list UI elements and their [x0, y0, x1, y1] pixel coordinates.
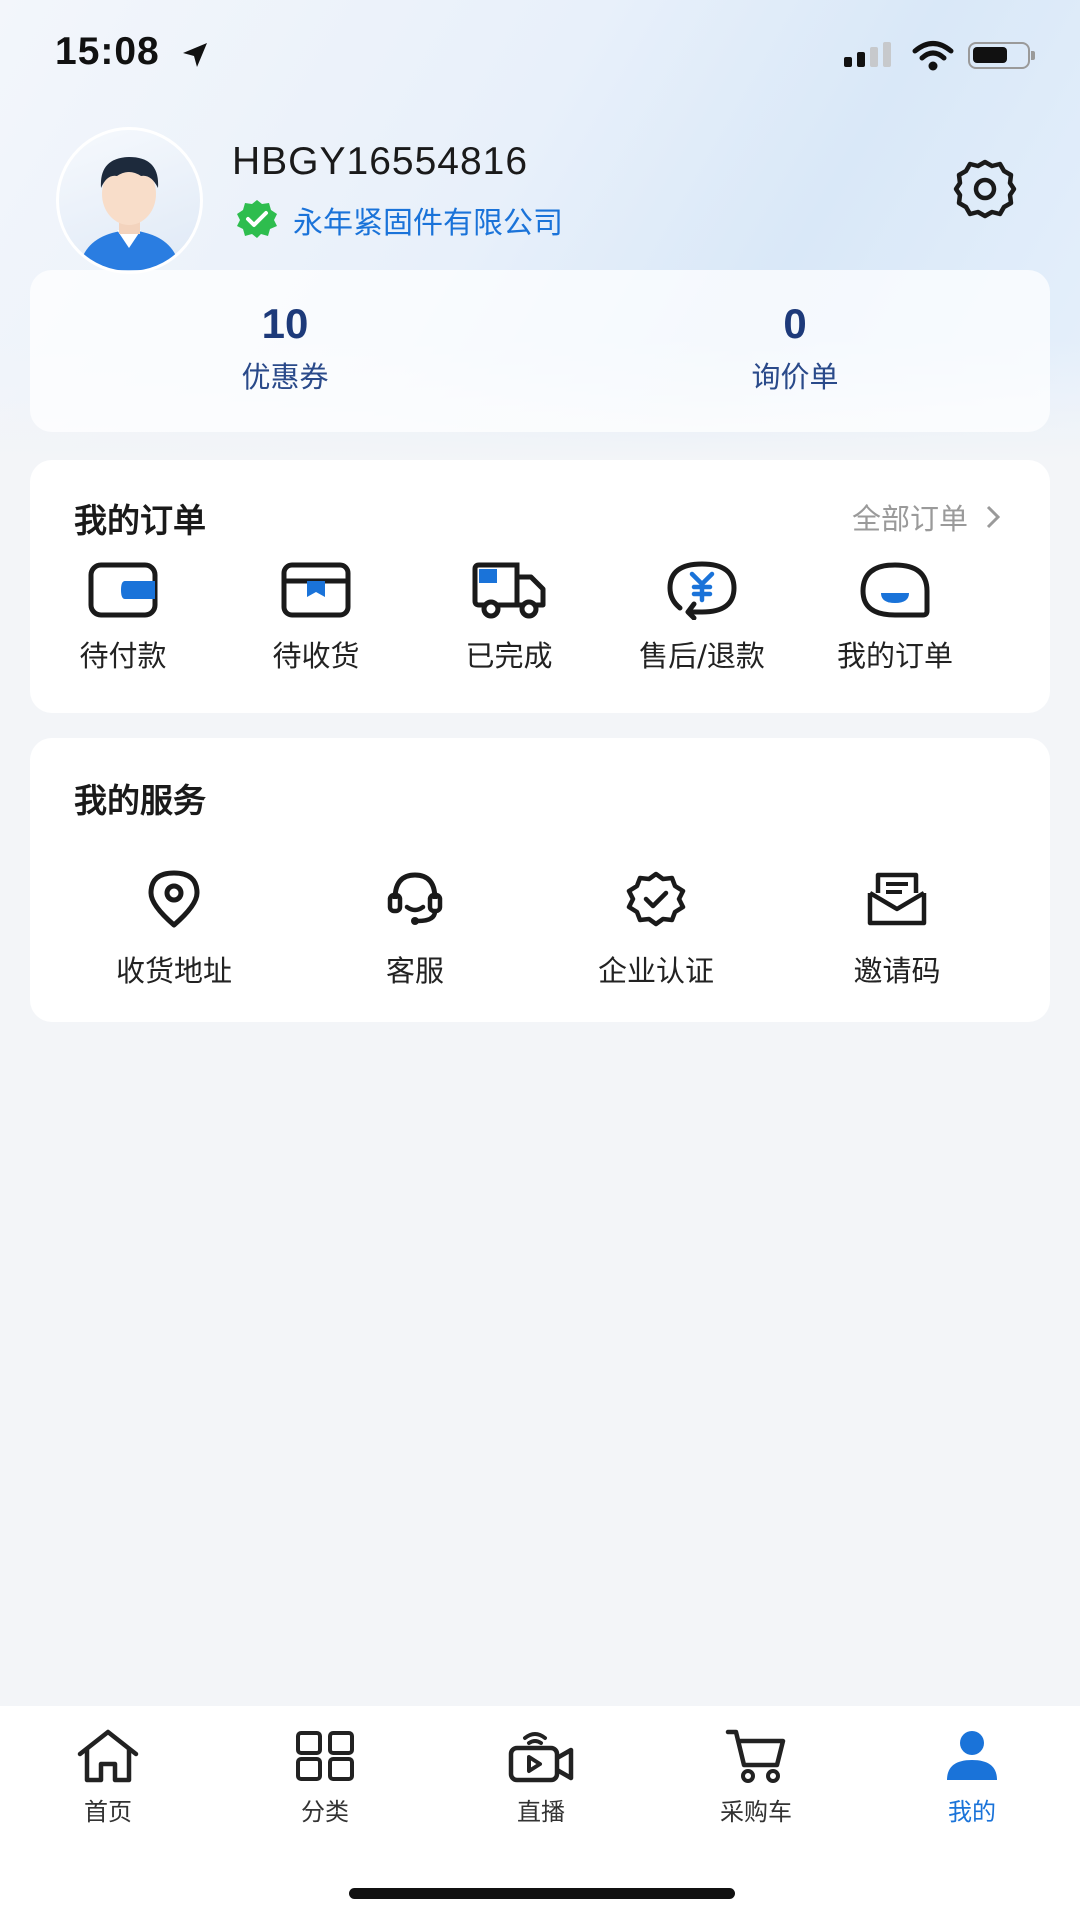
- order-pending-payment[interactable]: 待付款: [28, 560, 218, 675]
- coupon-label: 优惠券: [241, 360, 329, 394]
- inquiry-stat[interactable]: 0 询价单: [685, 300, 905, 396]
- coupon-count: 10: [261, 300, 309, 347]
- home-icon: [77, 1729, 139, 1783]
- box-icon: [281, 562, 351, 618]
- stats-card: 10 优惠券 0 询价单: [30, 270, 1050, 432]
- location-arrow-icon: [183, 43, 207, 67]
- tab-label: 分类: [301, 1798, 349, 1826]
- service-item-label: 收货地址: [115, 954, 232, 988]
- inquiry-count: 0: [783, 300, 807, 347]
- chevron-right-icon: [986, 505, 1000, 529]
- order-item-label: 已完成: [465, 639, 553, 673]
- headset-icon: [387, 872, 443, 925]
- cellular-signal-icon: [844, 42, 891, 67]
- order-item-label: 待收货: [272, 639, 360, 673]
- order-item-label: 我的订单: [836, 639, 953, 673]
- services-title: 我的服务: [74, 781, 206, 820]
- username: HBGY16554816: [232, 140, 529, 183]
- status-time: 15:08: [55, 30, 160, 73]
- status-bar: 15:08: [0, 0, 1080, 110]
- services-card: 我的服务 收货地址 客服 企业认证 邀请码: [30, 738, 1050, 1022]
- all-orders-link[interactable]: 全部订单: [852, 496, 1000, 538]
- service-enterprise-verification[interactable]: 企业认证: [546, 868, 766, 990]
- cart-icon: [725, 1729, 786, 1783]
- battery-icon: [968, 42, 1035, 69]
- live-camera-icon: [508, 1732, 574, 1783]
- all-orders-label: 全部订单: [851, 502, 968, 536]
- order-pending-receipt[interactable]: 待收货: [221, 560, 411, 675]
- grid-icon: [296, 1731, 354, 1781]
- tab-label: 首页: [84, 1798, 132, 1826]
- company-name: 永年紧固件有限公司: [293, 206, 563, 241]
- tab-mine[interactable]: 我的: [902, 1726, 1042, 1827]
- service-item-label: 邀请码: [853, 954, 941, 988]
- order-refund[interactable]: 售后/退款: [607, 560, 797, 675]
- service-item-label: 企业认证: [597, 954, 714, 988]
- service-address[interactable]: 收货地址: [64, 868, 284, 990]
- tab-home[interactable]: 首页: [38, 1726, 178, 1827]
- refund-icon: [667, 561, 737, 620]
- inquiry-label: 询价单: [751, 360, 839, 394]
- order-item-label: 售后/退款: [639, 639, 765, 673]
- truck-icon: [472, 562, 546, 619]
- user-icon: [947, 1731, 997, 1780]
- order-my-orders[interactable]: 我的订单: [800, 560, 990, 675]
- service-invite-code[interactable]: 邀请码: [787, 868, 1007, 990]
- settings-gear-icon[interactable]: [953, 157, 1017, 221]
- service-item-label: 客服: [385, 954, 444, 988]
- chat-order-icon: [860, 562, 930, 618]
- home-indicator: [349, 1888, 735, 1899]
- wallet-icon: [88, 562, 158, 618]
- avatar[interactable]: [56, 127, 203, 274]
- verified-badge-icon: [626, 871, 686, 927]
- order-item-label: 待付款: [79, 639, 167, 673]
- tab-label: 直播: [517, 1798, 565, 1826]
- tab-label: 采购车: [720, 1798, 792, 1826]
- service-customer-support[interactable]: 客服: [305, 868, 525, 990]
- wifi-icon: [912, 41, 954, 71]
- verified-icon: [237, 200, 277, 238]
- location-pin-icon: [148, 870, 200, 928]
- orders-card: 我的订单 全部订单 待付款 待收货 已完成 售后/退款 我的订单: [30, 460, 1050, 713]
- tab-category[interactable]: 分类: [255, 1726, 395, 1827]
- orders-title: 我的订单: [74, 501, 206, 540]
- coupon-stat[interactable]: 10 优惠券: [175, 300, 395, 396]
- tab-cart[interactable]: 采购车: [686, 1726, 826, 1827]
- avatar-person-icon: [79, 157, 180, 271]
- tab-live[interactable]: 直播: [471, 1726, 611, 1827]
- envelope-icon: [867, 872, 927, 926]
- order-completed[interactable]: 已完成: [414, 560, 604, 675]
- tab-label: 我的: [948, 1798, 996, 1826]
